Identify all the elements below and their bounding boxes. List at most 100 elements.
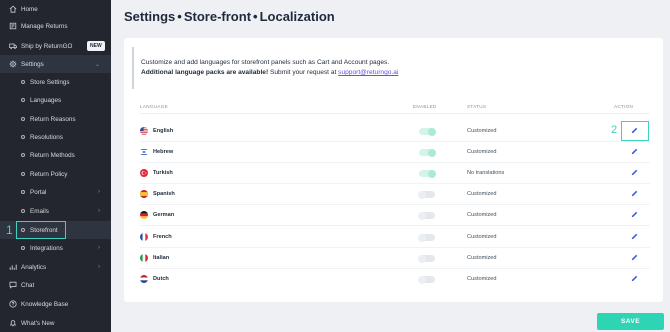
table-row: Turkish No translations <box>140 163 650 184</box>
us-flag-icon <box>140 127 148 135</box>
enabled-toggle[interactable] <box>419 169 436 178</box>
info-bold: Additional language packs are available! <box>141 69 269 76</box>
chevron-right-icon: › <box>98 189 100 195</box>
info-text: Submit your request at <box>268 69 339 76</box>
nav-settings[interactable]: Settings ⌄ <box>0 55 111 73</box>
bullet-icon <box>21 135 25 139</box>
language-name: Spanish <box>153 191 175 197</box>
chevron-down-icon: ⌄ <box>94 61 100 68</box>
bullet-icon <box>21 246 25 250</box>
sidebar: Home Manage Returns Ship by ReturnGO NEW… <box>0 0 111 332</box>
breadcrumb-separator: • <box>177 9 182 24</box>
sub-integrations[interactable]: Integrations › <box>0 239 111 257</box>
table-row: Italian Customized <box>140 248 650 269</box>
germany-flag-icon <box>140 211 148 219</box>
help-icon <box>9 300 17 308</box>
sub-return-policy[interactable]: Return Policy <box>0 165 111 183</box>
breadcrumb-separator: • <box>253 9 258 24</box>
nav-knowledge-base[interactable]: Knowledge Base <box>0 295 111 313</box>
info-description: Customize and add languages for storefro… <box>141 59 390 66</box>
table-header-divider <box>140 113 650 114</box>
table-row: German Customized <box>140 205 650 226</box>
column-enabled: ENABLED <box>413 104 437 109</box>
bullet-icon <box>21 190 25 194</box>
edit-pencil-icon[interactable] <box>630 232 639 241</box>
info-language-packs: Additional language packs are available!… <box>141 69 398 76</box>
sub-return-reasons[interactable]: Return Reasons <box>0 110 111 128</box>
enabled-toggle[interactable] <box>418 190 435 199</box>
language-name: Dutch <box>153 276 169 282</box>
sub-emails[interactable]: Emails › <box>0 202 111 220</box>
table-row: French Customized <box>140 227 650 248</box>
sub-item-label: Return Methods <box>30 151 75 159</box>
status-text: Customized <box>467 128 497 134</box>
nav-settings-label: Settings <box>21 60 44 68</box>
table-row: Dutch Customized <box>140 269 650 290</box>
table-row: English Customized <box>140 121 650 142</box>
step-2-marker: 2 <box>611 124 618 136</box>
sub-return-methods[interactable]: Return Methods <box>0 146 111 164</box>
language-name: English <box>153 128 174 134</box>
sub-store-settings[interactable]: Store Settings <box>0 73 111 91</box>
sub-item-label: Return Reasons <box>30 115 76 123</box>
bullet-icon <box>21 117 25 121</box>
status-text: Customized <box>467 212 497 218</box>
sub-item-label: Return Policy <box>30 170 68 178</box>
sub-item-label: Store Settings <box>30 78 70 86</box>
language-name: Hebrew <box>153 149 174 155</box>
bell-icon <box>9 319 17 327</box>
sub-languages[interactable]: Languages <box>0 91 111 109</box>
edit-pencil-icon[interactable] <box>630 147 639 156</box>
edit-english-highlight <box>621 121 649 141</box>
bullet-icon <box>21 98 25 102</box>
status-text: Customized <box>467 149 497 155</box>
edit-pencil-icon[interactable] <box>630 253 639 262</box>
step-1-marker: 1 <box>6 223 13 237</box>
status-text: Customized <box>467 191 497 197</box>
sub-resolutions[interactable]: Resolutions <box>0 128 111 146</box>
enabled-toggle[interactable] <box>418 233 435 242</box>
netherlands-flag-icon <box>140 275 148 283</box>
enabled-toggle[interactable] <box>418 211 435 220</box>
edit-pencil-icon[interactable] <box>630 210 639 219</box>
france-flag-icon <box>140 233 148 241</box>
nav-ship-by-returngo[interactable]: Ship by ReturnGO NEW <box>0 37 111 55</box>
bullet-icon <box>21 209 25 213</box>
nav-analytics[interactable]: Analytics › <box>0 258 111 276</box>
support-email-link[interactable]: support@returngo.ai <box>338 69 398 76</box>
returns-icon <box>9 22 17 30</box>
edit-pencil-icon[interactable] <box>630 274 639 283</box>
status-text: No translations <box>467 170 505 176</box>
nav-manage-returns[interactable]: Manage Returns <box>0 17 111 35</box>
enabled-toggle[interactable] <box>418 254 435 263</box>
sub-item-label: Integrations <box>30 244 63 252</box>
bullet-icon <box>21 153 25 157</box>
status-text: Customized <box>467 234 497 240</box>
save-button[interactable]: SAVE <box>597 313 664 330</box>
language-name: Turkish <box>153 170 173 176</box>
enabled-toggle[interactable] <box>419 127 436 136</box>
page-title: Settings • Store-front • Localization <box>124 9 335 24</box>
nav-ship-label: Ship by ReturnGO <box>21 42 73 50</box>
breadcrumb-storefront: Store-front <box>183 9 252 24</box>
storefront-highlight <box>16 221 66 239</box>
edit-pencil-icon[interactable] <box>630 168 639 177</box>
spain-flag-icon <box>140 190 148 198</box>
sub-item-label: Portal <box>30 188 47 196</box>
table-row: Spanish Customized <box>140 184 650 205</box>
nav-whats-new[interactable]: What's New <box>0 314 111 332</box>
chat-icon <box>9 281 17 289</box>
sub-portal[interactable]: Portal › <box>0 183 111 201</box>
enabled-toggle[interactable] <box>419 148 436 157</box>
bullet-icon <box>21 80 25 84</box>
home-icon <box>9 5 17 13</box>
nav-home[interactable]: Home <box>0 0 111 18</box>
column-action: ACTION <box>614 104 634 109</box>
gear-icon <box>9 60 17 68</box>
language-name: French <box>153 234 172 240</box>
nav-analytics-label: Analytics <box>21 263 47 271</box>
enabled-toggle[interactable] <box>418 275 435 284</box>
language-name: Italian <box>153 255 170 261</box>
nav-chat[interactable]: Chat <box>0 276 111 294</box>
edit-pencil-icon[interactable] <box>630 189 639 198</box>
